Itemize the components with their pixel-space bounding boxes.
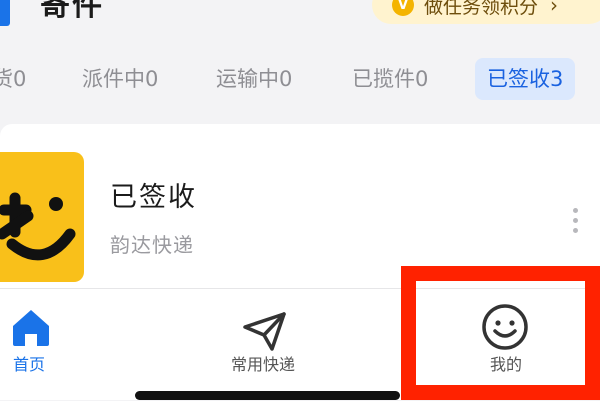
home-icon xyxy=(13,310,49,346)
bottom-navigation: 首页 常用快递 我的 xyxy=(0,288,600,400)
tab-signed[interactable]: 已签收3 xyxy=(475,58,576,100)
package-status: 已签收 xyxy=(110,182,197,213)
nav-label-common-couriers: 常用快递 xyxy=(231,355,296,374)
page-title: 寄件 xyxy=(40,0,104,23)
package-carrier: 韵达快递 xyxy=(110,233,194,257)
nav-label-home: 首页 xyxy=(13,355,46,374)
home-indicator xyxy=(135,391,400,400)
nav-item-mine[interactable]: 我的 xyxy=(420,289,600,401)
paper-plane-icon xyxy=(243,312,286,351)
package-card[interactable]: 已签收 韵达快递 xyxy=(0,124,600,300)
chevron-right-icon: › xyxy=(550,0,559,17)
smiley-face-icon xyxy=(482,304,528,350)
task-points-button[interactable]: V 做任务领积分 › xyxy=(372,0,600,24)
task-points-label: 做任务领积分 xyxy=(424,0,539,18)
tab-in-transit[interactable]: 运输中0 xyxy=(216,58,292,100)
nav-label-mine: 我的 xyxy=(490,355,523,374)
nav-item-home[interactable]: 首页 xyxy=(0,289,130,401)
tab-pending[interactable]: 货0 xyxy=(0,58,26,100)
tab-delivering[interactable]: 派件中0 xyxy=(82,58,158,100)
header-accent-bar xyxy=(0,0,10,26)
more-options-icon[interactable] xyxy=(567,208,583,248)
status-tabs: 货0 派件中0 运输中0 已揽件0 已签收3 xyxy=(0,46,600,112)
nav-item-common-couriers[interactable]: 常用快递 xyxy=(200,289,340,401)
tab-picked-up[interactable]: 已揽件0 xyxy=(352,58,428,100)
points-coin-icon: V xyxy=(392,0,414,16)
top-header: 寄件 V 做任务领积分 › xyxy=(0,0,600,36)
yunda-logo-icon xyxy=(0,152,84,282)
